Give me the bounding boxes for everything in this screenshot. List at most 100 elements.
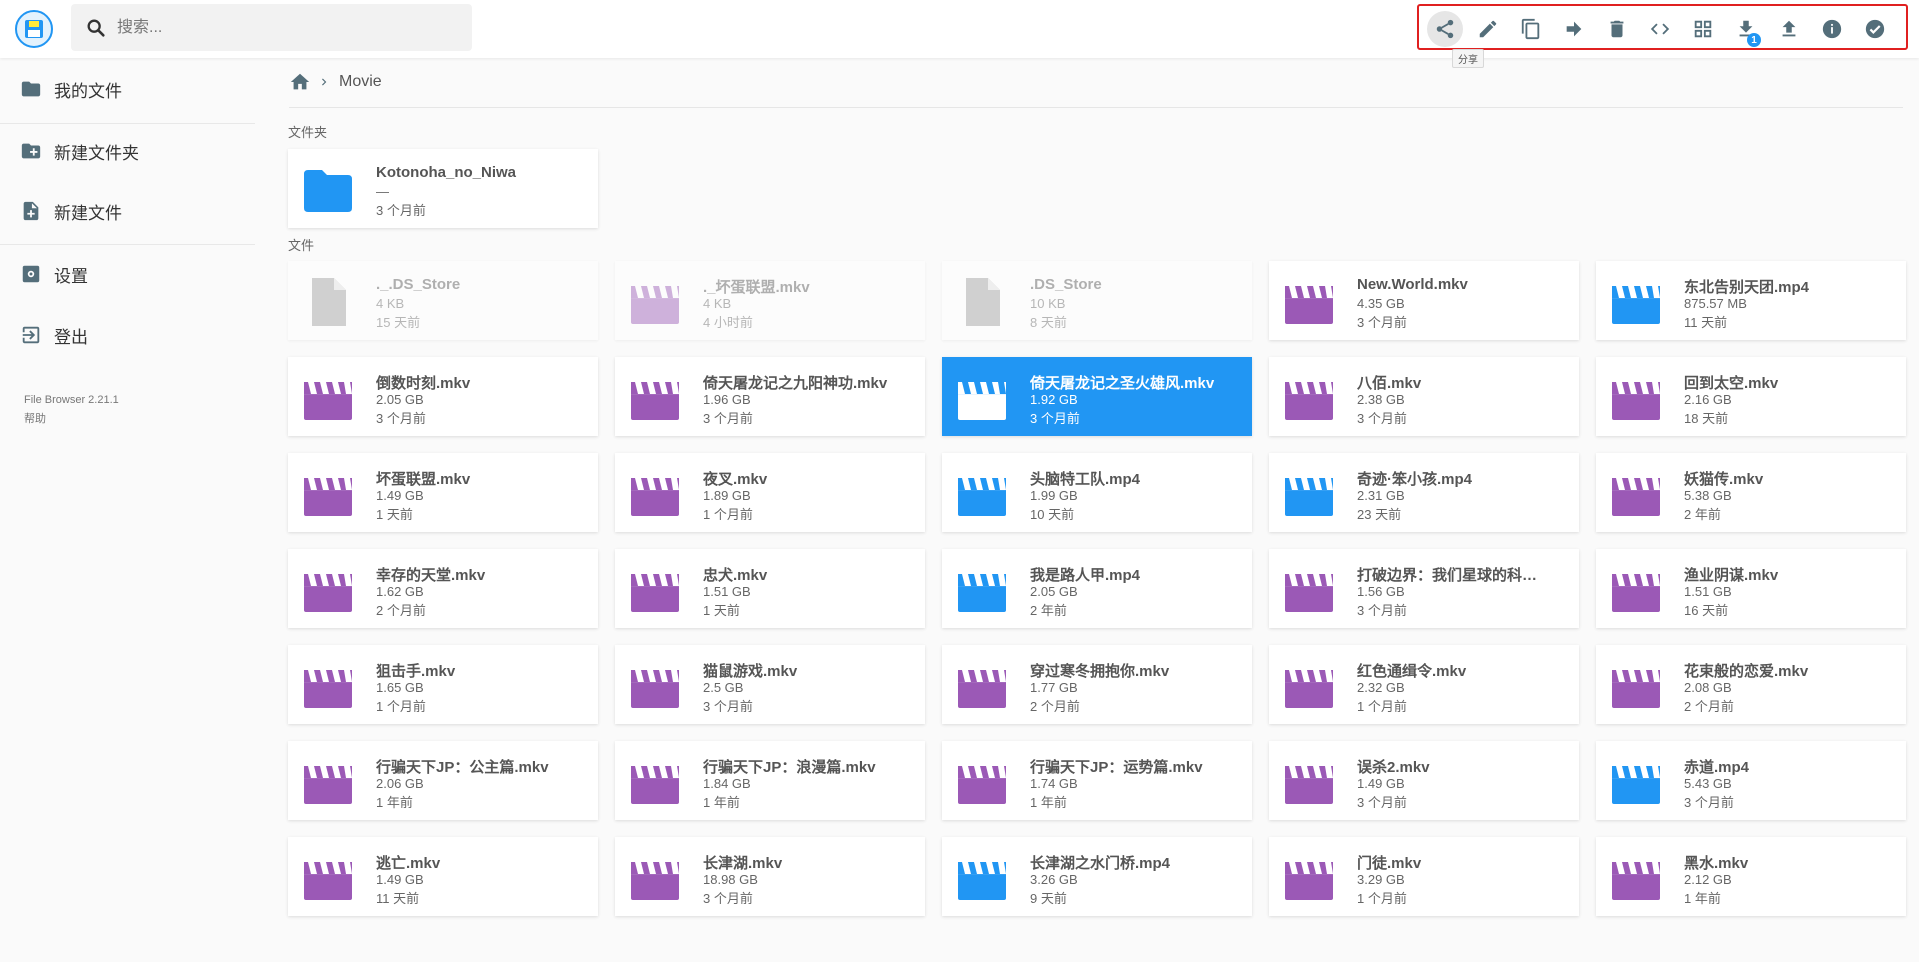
- search-icon: [87, 19, 105, 37]
- file-card[interactable]: 长津湖之水门桥.mp4 3.26 GB 9 天前: [942, 837, 1252, 916]
- file-name: 门徒.mkv: [1357, 855, 1422, 872]
- download-button[interactable]: 1: [1728, 11, 1764, 47]
- info-button[interactable]: [1814, 11, 1850, 47]
- file-card[interactable]: 回到太空.mkv 2.16 GB 18 天前: [1596, 357, 1906, 436]
- sidebar-item-logout[interactable]: 登出: [20, 320, 88, 350]
- file-card[interactable]: ._.DS_Store 4 KB 15 天前: [288, 261, 598, 340]
- file-card[interactable]: 行骗天下JP：公主篇.mkv 2.06 GB 1 年前: [288, 741, 598, 820]
- move-button[interactable]: [1556, 11, 1592, 47]
- file-card[interactable]: 坏蛋联盟.mkv 1.49 GB 1 天前: [288, 453, 598, 532]
- file-date: 9 天前: [1030, 891, 1067, 906]
- file-card[interactable]: 狙击手.mkv 1.65 GB 1 个月前: [288, 645, 598, 724]
- file-date: 2 个月前: [1684, 699, 1734, 714]
- file-name: 行骗天下JP：公主篇.mkv: [376, 759, 549, 776]
- file-size: 1.51 GB: [1684, 584, 1732, 599]
- embed-button[interactable]: [1642, 11, 1678, 47]
- delete-button[interactable]: [1599, 11, 1635, 47]
- file-size: 1.99 GB: [1030, 488, 1078, 503]
- breadcrumb-current[interactable]: Movie: [339, 73, 382, 91]
- video-file-icon: [631, 862, 679, 900]
- file-card[interactable]: ._坏蛋联盟.mkv 4 KB 4 小时前: [615, 261, 925, 340]
- section-title-files: 文件: [288, 238, 315, 253]
- file-size: 1.77 GB: [1030, 680, 1078, 695]
- file-card[interactable]: 行骗天下JP：运势篇.mkv 1.74 GB 1 年前: [942, 741, 1252, 820]
- file-card[interactable]: .DS_Store 10 KB 8 天前: [942, 261, 1252, 340]
- file-date: 3 个月前: [703, 891, 753, 906]
- video-file-icon: [1612, 670, 1660, 708]
- file-card[interactable]: 红色通缉令.mkv 2.32 GB 1 个月前: [1269, 645, 1579, 724]
- file-card[interactable]: 猫鼠游戏.mkv 2.5 GB 3 个月前: [615, 645, 925, 724]
- video-file-icon: [958, 670, 1006, 708]
- video-file-icon: [631, 382, 679, 420]
- file-card[interactable]: 黑水.mkv 2.12 GB 1 年前: [1596, 837, 1906, 916]
- file-card[interactable]: 长津湖.mkv 18.98 GB 3 个月前: [615, 837, 925, 916]
- file-date: 11 天前: [1684, 315, 1728, 330]
- file-card[interactable]: 花束般的恋爱.mkv 2.08 GB 2 个月前: [1596, 645, 1906, 724]
- upload-button[interactable]: [1771, 11, 1807, 47]
- file-card[interactable]: 头脑特工队.mp4 1.99 GB 10 天前: [942, 453, 1252, 532]
- video-file-icon: [304, 478, 352, 516]
- new-folder-icon: [21, 143, 41, 159]
- file-name: New.World.mkv: [1357, 276, 1468, 293]
- file-card[interactable]: 奇迹·笨小孩.mp4 2.31 GB 23 天前: [1269, 453, 1579, 532]
- file-card[interactable]: 八佰.mkv 2.38 GB 3 个月前: [1269, 357, 1579, 436]
- file-size: 1.84 GB: [703, 776, 751, 791]
- file-card[interactable]: 赤道.mp4 5.43 GB 3 个月前: [1596, 741, 1906, 820]
- file-name: 黑水.mkv: [1684, 855, 1749, 872]
- file-card[interactable]: 倒数时刻.mkv 2.05 GB 3 个月前: [288, 357, 598, 436]
- file-card[interactable]: New.World.mkv 4.35 GB 3 个月前: [1269, 261, 1579, 340]
- file-card[interactable]: 幸存的天堂.mkv 1.62 GB 2 个月前: [288, 549, 598, 628]
- copy-button[interactable]: [1513, 11, 1549, 47]
- file-card[interactable]: 我是路人甲.mp4 2.05 GB 2 年前: [942, 549, 1252, 628]
- file-name: Kotonoha_no_Niwa: [376, 164, 517, 181]
- video-file-icon: [1612, 382, 1660, 420]
- file-card[interactable]: 倚天屠龙记之圣火雄风.mkv 1.92 GB 3 个月前: [942, 357, 1252, 436]
- section-title-folders: 文件夹: [288, 125, 328, 140]
- file-name: 穿过寒冬拥抱你.mkv: [1030, 663, 1170, 680]
- file-name: 长津湖之水门桥.mp4: [1030, 855, 1171, 872]
- file-card[interactable]: 误杀2.mkv 1.49 GB 3 个月前: [1269, 741, 1579, 820]
- share-tooltip: 分享: [1452, 49, 1484, 68]
- video-file-icon: [958, 478, 1006, 516]
- file-card[interactable]: 倚天屠龙记之九阳神功.mkv 1.96 GB 3 个月前: [615, 357, 925, 436]
- file-card[interactable]: 行骗天下JP：浪漫篇.mkv 1.84 GB 1 年前: [615, 741, 925, 820]
- file-card[interactable]: 打破边界：我们星球的科… 1.56 GB 3 个月前: [1269, 549, 1579, 628]
- file-date: 16 天前: [1684, 603, 1729, 618]
- sidebar-item-settings[interactable]: 设置: [20, 259, 88, 289]
- file-size: 1.51 GB: [703, 584, 751, 599]
- top-bar: 1: [0, 0, 1919, 58]
- file-card[interactable]: 门徒.mkv 3.29 GB 1 个月前: [1269, 837, 1579, 916]
- trash-icon: [1610, 20, 1624, 38]
- view-switch-button[interactable]: [1685, 11, 1721, 47]
- share-button[interactable]: [1427, 11, 1463, 47]
- new-file-icon: [23, 201, 39, 221]
- file-card[interactable]: 渔业阴谋.mkv 1.51 GB 16 天前: [1596, 549, 1906, 628]
- folder-card[interactable]: Kotonoha_no_Niwa — 3 个月前: [288, 149, 598, 228]
- select-button[interactable]: [1857, 11, 1893, 47]
- file-card[interactable]: 夜叉.mkv 1.89 GB 1 个月前: [615, 453, 925, 532]
- home-icon[interactable]: [289, 71, 311, 93]
- video-file-icon: [1612, 478, 1660, 516]
- help-link[interactable]: 帮助: [24, 410, 46, 426]
- sidebar-item-new-folder[interactable]: 新建文件夹: [20, 136, 139, 166]
- file-card[interactable]: 逃亡.mkv 1.49 GB 11 天前: [288, 837, 598, 916]
- file-name: 坏蛋联盟.mkv: [376, 471, 471, 488]
- rename-button[interactable]: [1470, 11, 1506, 47]
- sidebar-item-label: 我的文件: [54, 81, 122, 101]
- file-card[interactable]: 穿过寒冬拥抱你.mkv 1.77 GB 2 个月前: [942, 645, 1252, 724]
- search-input[interactable]: [115, 12, 459, 44]
- file-name: 打破边界：我们星球的科…: [1357, 567, 1538, 584]
- video-file-icon: [1285, 670, 1333, 708]
- file-card[interactable]: 妖猫传.mkv 5.38 GB 2 年前: [1596, 453, 1906, 532]
- app-logo[interactable]: [15, 10, 53, 48]
- file-card[interactable]: 忠犬.mkv 1.51 GB 1 天前: [615, 549, 925, 628]
- arrow-right-icon: [1566, 21, 1582, 37]
- file-size: —: [376, 184, 389, 199]
- file-card[interactable]: 东北告别天团.mp4 875.57 MB 11 天前: [1596, 261, 1906, 340]
- search-box[interactable]: [71, 4, 472, 51]
- file-size: 1.56 GB: [1357, 584, 1405, 599]
- file-name: 八佰.mkv: [1357, 375, 1422, 392]
- video-file-icon: [631, 574, 679, 612]
- sidebar-item-my-files[interactable]: 我的文件: [20, 74, 122, 104]
- sidebar-item-new-file[interactable]: 新建文件: [20, 196, 122, 226]
